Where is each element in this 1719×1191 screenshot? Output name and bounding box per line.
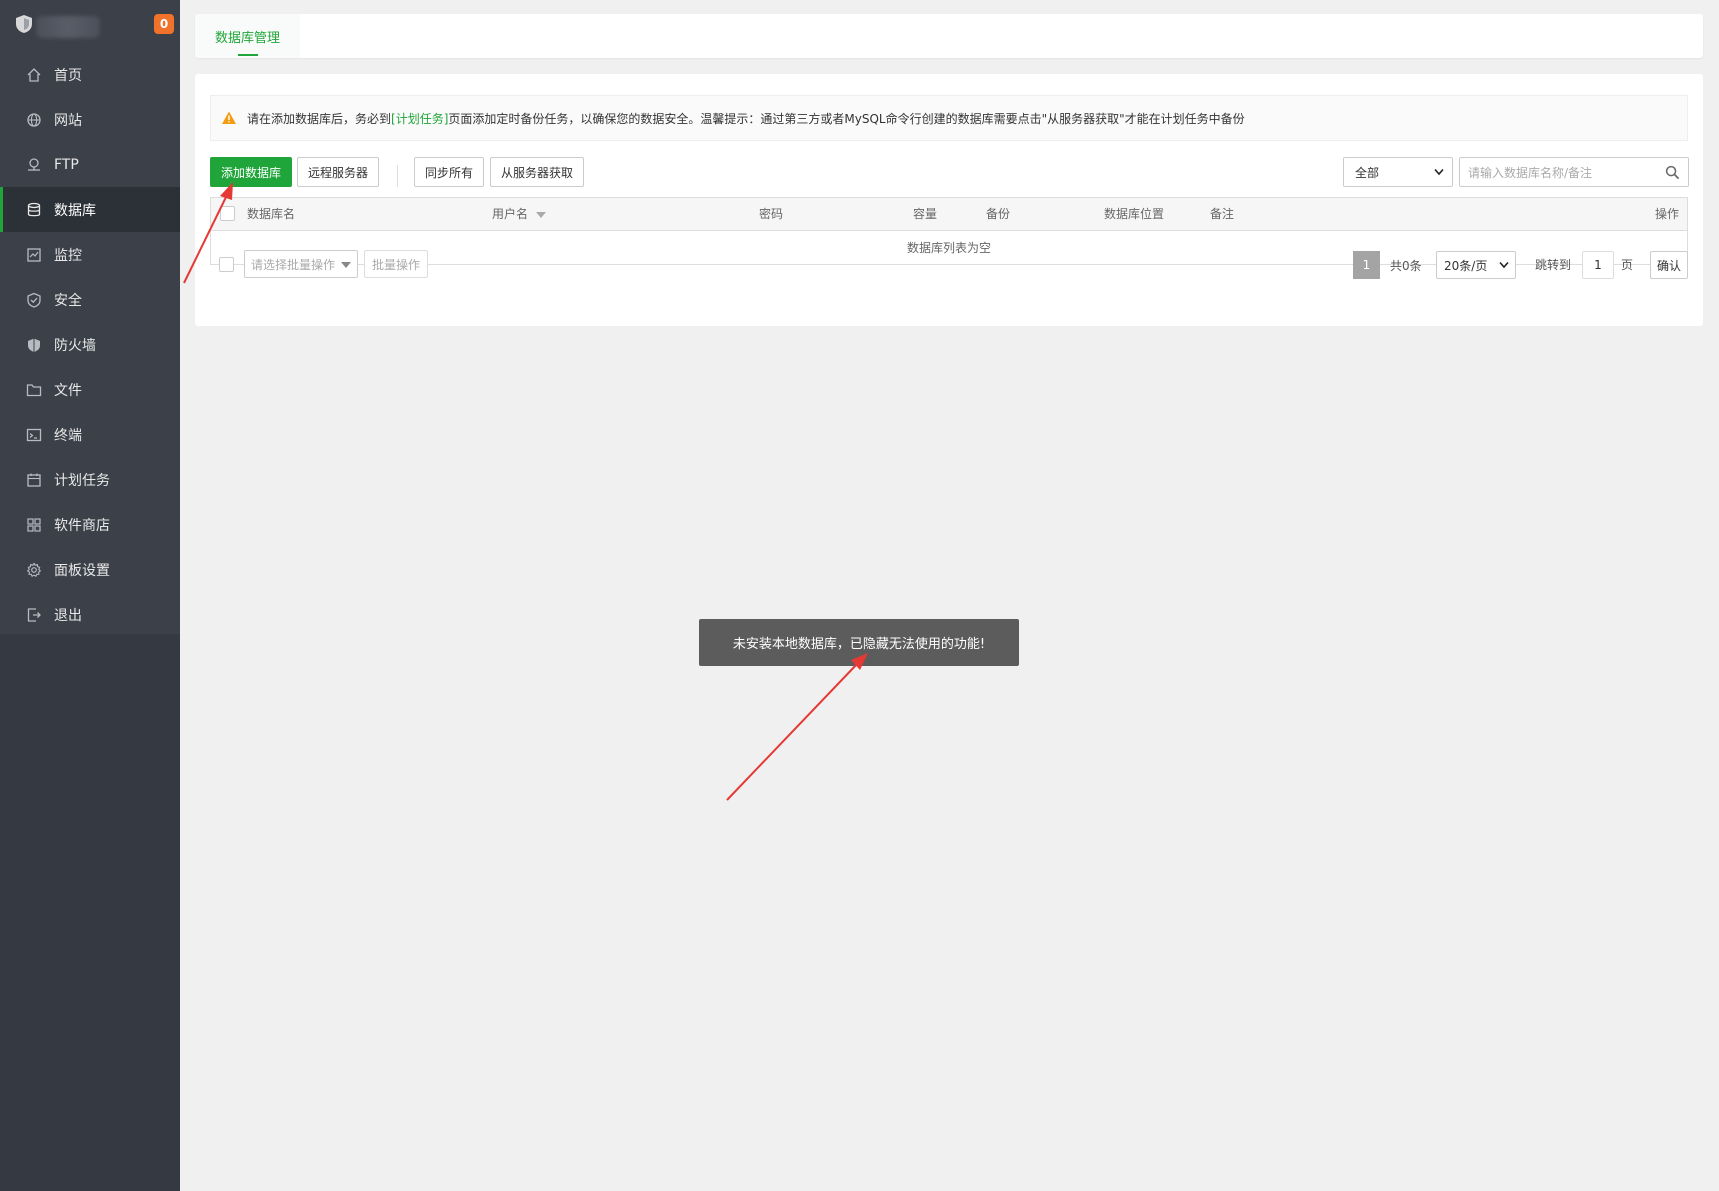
sidebar-item-label: FTP [54, 156, 79, 173]
pagination-total: 共0条 [1390, 258, 1422, 273]
jump-page-input[interactable]: 1 [1582, 251, 1614, 279]
column-password: 密码 [759, 207, 784, 221]
page-unit-label: 页 [1621, 257, 1634, 272]
sidebar-item-database[interactable]: 数据库 [0, 187, 180, 232]
tab-label: 数据库管理 [214, 30, 280, 46]
sidebar-item-label: 网站 [54, 112, 82, 129]
sidebar-item-label: 数据库 [54, 202, 96, 219]
notification-badge[interactable]: 0 [154, 14, 174, 34]
sidebar-header: 0 [0, 0, 180, 52]
backup-warning-alert: 请在添加数据库后，务必到 [计划任务] 页面添加定时备份任务，以确保您的数据安全。温… [210, 95, 1688, 141]
shield-logo-icon [16, 15, 32, 33]
sidebar-item-security[interactable]: 安全 [0, 277, 180, 322]
firewall-icon [26, 337, 42, 353]
main-panel: 请在添加数据库后，务必到 [计划任务] 页面添加定时备份任务，以确保您的数据安全。温… [195, 74, 1703, 326]
server-name-blurred [36, 16, 100, 38]
sidebar-item-label: 面板设置 [54, 562, 110, 579]
sidebar-item-label: 防火墙 [54, 337, 96, 354]
sort-down-icon[interactable] [535, 211, 546, 218]
fetch-from-server-button[interactable]: 从服务器获取 [490, 157, 584, 187]
home-icon [26, 67, 42, 83]
sidebar-item-app-store[interactable]: 软件商店 [0, 502, 180, 547]
shield-check-icon [26, 292, 42, 308]
sidebar-item-firewall[interactable]: 防火墙 [0, 322, 180, 367]
sidebar-item-label: 安全 [54, 292, 82, 309]
monitor-icon [26, 247, 42, 263]
filter-value: 全部 [1355, 165, 1380, 180]
toast-message: 未安装本地数据库，已隐藏无法使用的功能! [699, 619, 1019, 666]
gear-icon [26, 562, 42, 578]
ftp-icon [26, 157, 42, 173]
column-username[interactable]: 用户名 [492, 198, 546, 231]
batch-action-select[interactable]: 请选择批量操作 [244, 250, 358, 278]
database-icon [26, 202, 42, 218]
toolbar-divider [397, 165, 398, 187]
database-filter-select[interactable]: 全部 [1343, 157, 1453, 187]
sidebar-item-monitor[interactable]: 监控 [0, 232, 180, 277]
per-page-select[interactable]: 20条/页 [1436, 251, 1516, 279]
batch-select-checkbox[interactable] [219, 257, 234, 272]
sidebar-empty-area [0, 634, 180, 1191]
column-actions: 操作 [1654, 207, 1679, 221]
column-username-label: 用户名 [492, 207, 529, 221]
folder-icon [26, 382, 42, 398]
select-all-checkbox[interactable] [220, 206, 235, 221]
calendar-icon [26, 472, 42, 488]
terminal-icon [26, 427, 42, 443]
database-search-input[interactable]: 请输入数据库名称/备注 [1459, 157, 1689, 187]
cron-task-link[interactable]: [计划任务] [391, 110, 448, 127]
chevron-down-icon [341, 262, 351, 268]
chevron-down-icon [1499, 261, 1509, 269]
logout-icon [26, 607, 42, 623]
column-remark: 备注 [1210, 207, 1235, 221]
remote-server-button[interactable]: 远程服务器 [297, 157, 379, 187]
column-db-name[interactable]: 数据库名 [247, 198, 295, 231]
search-icon[interactable] [1665, 165, 1680, 180]
column-location: 数据库位置 [1104, 207, 1165, 221]
sidebar-item-website[interactable]: 网站 [0, 97, 180, 142]
sidebar-item-settings[interactable]: 面板设置 [0, 547, 180, 592]
jump-confirm-button[interactable]: 确认 [1650, 251, 1688, 279]
per-page-value: 20条/页 [1444, 258, 1488, 273]
sidebar-item-home[interactable]: 首页 [0, 52, 180, 97]
empty-message: 数据库列表为空 [906, 241, 991, 255]
warning-icon [222, 111, 236, 124]
sidebar-item-label: 首页 [54, 67, 82, 84]
column-capacity[interactable]: 容量 [913, 198, 937, 231]
tab-database-management[interactable]: 数据库管理 [195, 14, 300, 58]
search-placeholder: 请输入数据库名称/备注 [1468, 165, 1593, 180]
jump-to-label: 跳转到 [1535, 257, 1572, 272]
batch-select-placeholder: 请选择批量操作 [251, 257, 336, 272]
sidebar-nav: 首页 网站 FTP 数据库 监控 安全 防火墙 文件 终端 计划任务 软件商店 … [0, 52, 180, 637]
apps-icon [26, 517, 42, 533]
chevron-down-icon [1434, 168, 1444, 176]
sidebar-item-label: 监控 [54, 247, 82, 264]
alert-text-before: 请在添加数据库后，务必到 [247, 111, 392, 126]
batch-action-button[interactable]: 批量操作 [364, 250, 428, 278]
sidebar-item-label: 退出 [54, 607, 82, 624]
table-header: 数据库名 用户名 密码 容量 备份 数据库位置 备注 操作 [211, 198, 1687, 231]
sidebar-item-label: 文件 [54, 382, 82, 399]
alert-text-after: 页面添加定时备份任务，以确保您的数据安全。温馨提示：通过第三方或者MySQL命令… [448, 111, 1245, 126]
add-database-button[interactable]: 添加数据库 [210, 157, 292, 187]
sidebar-item-logout[interactable]: 退出 [0, 592, 180, 637]
sidebar-item-cron[interactable]: 计划任务 [0, 457, 180, 502]
sync-all-button[interactable]: 同步所有 [414, 157, 484, 187]
pagination-current-page[interactable]: 1 [1353, 251, 1380, 279]
sidebar-item-files[interactable]: 文件 [0, 367, 180, 412]
column-backup: 备份 [986, 207, 1011, 221]
globe-icon [26, 112, 42, 128]
sidebar-item-terminal[interactable]: 终端 [0, 412, 180, 457]
tab-underline [238, 54, 258, 56]
tab-bar: 数据库管理 [195, 14, 1703, 58]
sidebar-item-ftp[interactable]: FTP [0, 142, 180, 187]
annotation-arrow-toast [726, 653, 868, 801]
sidebar-item-label: 计划任务 [54, 472, 110, 489]
sidebar-item-label: 终端 [54, 427, 82, 444]
sidebar-item-label: 软件商店 [54, 517, 110, 534]
sidebar: 0 首页 网站 FTP 数据库 监控 安全 防火墙 文件 终端 计划任务 软件商… [0, 0, 180, 1191]
